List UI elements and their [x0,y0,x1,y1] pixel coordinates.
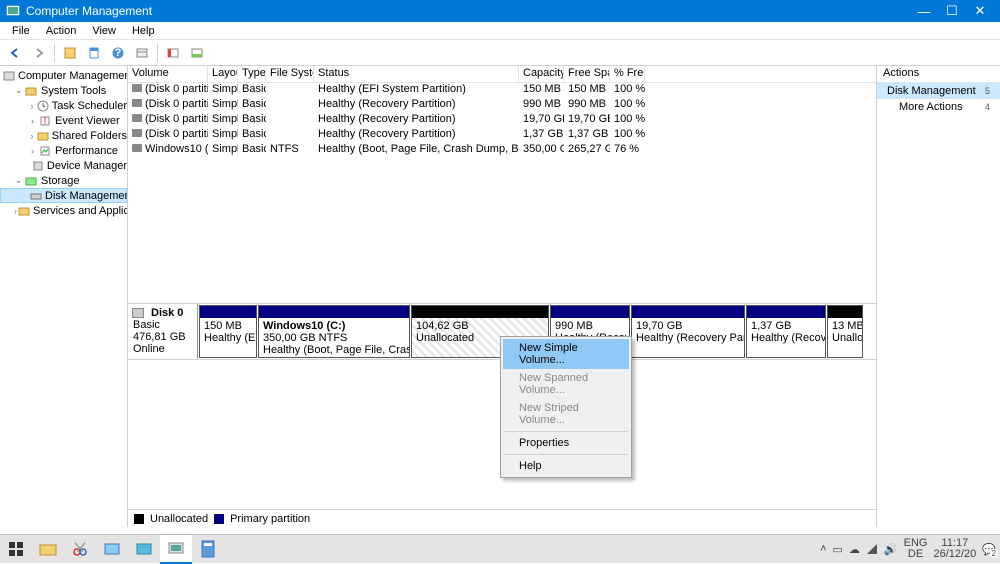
col-capacity[interactable]: Capacity [519,66,564,82]
partition[interactable]: Windows10 (C:)350,00 GB NTFSHealthy (Boo… [258,305,410,358]
partition[interactable]: 13 MBUnallo [827,305,863,358]
system-tray: ˄ ▭ ☁ 🔊 ENGDE 11:1726/12/20 💬2 [820,538,1000,560]
partition[interactable]: 19,70 GBHealthy (Recovery Partition) [631,305,745,358]
legend-primary-swatch [214,514,224,524]
forward-button[interactable] [28,43,50,63]
disk-title: Disk 0 [151,307,192,319]
ctx-properties[interactable]: Properties [503,434,629,452]
ctx-new-simple-volume[interactable]: New Simple Volume... [503,339,629,369]
taskbar-app-b[interactable] [128,535,160,564]
tree-services[interactable]: ›Services and Applications [0,203,127,218]
taskbar: ˄ ▭ ☁ 🔊 ENGDE 11:1726/12/20 💬2 [0,534,1000,563]
tree-event-viewer[interactable]: ›!Event Viewer [0,113,127,128]
titlebar: Computer Management — ☐ ✕ [0,0,1000,22]
legend-unalloc: Unallocated [150,513,208,525]
col-type[interactable]: Type [238,66,266,82]
disk-icon [132,308,144,318]
col-layout[interactable]: Layout [208,66,238,82]
properties-icon[interactable] [83,43,105,63]
actions-more[interactable]: More Actions4 [877,99,1000,115]
taskbar-explorer[interactable] [32,535,64,564]
tree-storage[interactable]: ⌄Storage [0,173,127,188]
start-button[interactable] [0,535,32,564]
tree-shared-folders[interactable]: ›Shared Folders [0,128,127,143]
tray-battery-icon[interactable]: ▭ [833,543,843,556]
tree-device-manager[interactable]: Device Manager [0,158,127,173]
volume-row[interactable]: (Disk 0 partition 4)SimpleBasicHealthy (… [128,98,876,113]
volume-row[interactable]: Windows10 (C:)SimpleBasicNTFSHealthy (Bo… [128,143,876,158]
col-fs[interactable]: File System [266,66,314,82]
tray-language[interactable]: ENGDE [904,538,928,560]
disk-status: Online [133,343,192,355]
menu-action[interactable]: Action [38,24,85,38]
taskbar-snip[interactable] [64,535,96,564]
nav-tree: Computer Management (Local) ⌄System Tool… [0,66,128,527]
svg-text:?: ? [115,47,122,59]
tray-volume-icon[interactable]: 🔊 [884,543,898,556]
close-button[interactable]: ✕ [966,3,994,19]
help-icon[interactable]: ? [107,43,129,63]
volume-list: Volume Layout Type File System Status Ca… [128,66,876,304]
menubar: File Action View Help [0,22,1000,40]
minimize-button[interactable]: — [910,4,938,19]
volume-row[interactable]: (Disk 0 partition 1)SimpleBasicHealthy (… [128,83,876,98]
taskbar-computer-management[interactable] [160,535,192,564]
svg-text:!: ! [43,115,46,127]
badge-a: 4 [985,102,990,112]
actions-pane: Actions Disk Management5 More Actions4 [877,66,1000,527]
legend: Unallocated Primary partition [128,509,876,527]
tray-notifications-icon[interactable]: 💬2 [982,543,996,556]
toolbar: ? [0,40,1000,66]
tray-chevron-icon[interactable]: ˄ [820,543,826,555]
legend-unalloc-swatch [134,514,144,524]
refresh-icon[interactable] [59,43,81,63]
partition[interactable]: 1,37 GBHealthy (Recovery Par [746,305,826,358]
disk-info[interactable]: Disk 0 Basic 476,81 GB Online [128,304,198,359]
col-volume[interactable]: Volume [128,66,208,82]
app-icon [6,4,20,18]
tree-disk-management[interactable]: Disk Management [0,188,127,203]
menu-file[interactable]: File [4,24,38,38]
tray-network-icon[interactable] [866,543,878,555]
volume-headers: Volume Layout Type File System Status Ca… [128,66,876,83]
tray-cloud-icon[interactable]: ☁ [849,543,860,556]
actions-disk-management[interactable]: Disk Management5 [877,83,1000,99]
tree-root[interactable]: Computer Management (Local) [0,68,127,83]
maximize-button[interactable]: ☐ [938,3,966,19]
volume-row[interactable]: (Disk 0 partition 6)SimpleBasicHealthy (… [128,128,876,143]
actions-header: Actions [877,66,1000,83]
ctx-new-spanned-volume: New Spanned Volume... [503,369,629,399]
taskbar-app-a[interactable] [96,535,128,564]
tree-system-tools[interactable]: ⌄System Tools [0,83,127,98]
disk-size: 476,81 GB [133,331,192,343]
ctx-help[interactable]: Help [503,457,629,475]
legend-primary: Primary partition [230,513,310,525]
badge-s: 5 [985,86,990,96]
toolbar-icon-b[interactable] [186,43,208,63]
tree-performance[interactable]: ›Performance [0,143,127,158]
taskbar-calculator[interactable] [192,535,224,564]
col-pfree[interactable]: % Free [610,66,645,82]
partition[interactable]: 150 MBHealthy (EFI S [199,305,257,358]
volume-row[interactable]: (Disk 0 partition 5)SimpleBasicHealthy (… [128,113,876,128]
menu-help[interactable]: Help [124,24,163,38]
back-button[interactable] [4,43,26,63]
window-title: Computer Management [26,4,910,18]
tray-clock[interactable]: 11:1726/12/20 [933,538,976,560]
menu-view[interactable]: View [84,24,124,38]
view-icon[interactable] [131,43,153,63]
tree-task-scheduler[interactable]: ›Task Scheduler [0,98,127,113]
toolbar-icon-a[interactable] [162,43,184,63]
context-menu: New Simple Volume... New Spanned Volume.… [500,336,632,478]
ctx-new-striped-volume: New Striped Volume... [503,399,629,429]
disk-type: Basic [133,319,192,331]
col-status[interactable]: Status [314,66,519,82]
col-free[interactable]: Free Space [564,66,610,82]
